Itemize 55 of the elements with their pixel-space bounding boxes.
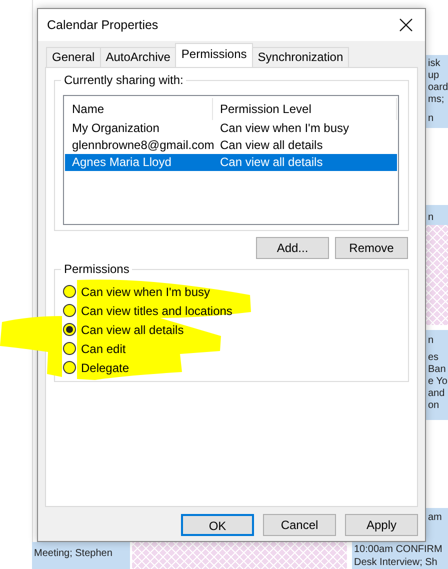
radio-option[interactable]: Can view all details [63,320,184,339]
event-text: am [428,512,442,524]
tab[interactable]: Synchronization [252,47,350,67]
tab[interactable]: Permissions [175,43,253,67]
list-row[interactable]: glennbrowne8@gmail.com Can view all details [65,137,397,154]
radio-option[interactable]: Can view when I'm busy [63,282,210,301]
radio-option[interactable]: Can edit [63,339,126,358]
event-text: n [428,113,434,125]
event-text: and [428,388,445,400]
radio-button[interactable] [63,361,76,374]
event-text: es [428,352,439,364]
column-header[interactable]: Permission Level [213,98,397,120]
event-text: isk [428,58,440,70]
event-text: ms; [428,94,444,106]
calendar-event[interactable]: Meeting; Stephen [32,542,130,569]
dialog-button[interactable]: Cancel [263,514,336,536]
group-label: Currently sharing with: [61,73,186,87]
event-text: e Yo [428,376,448,388]
event-text: oard [428,82,448,94]
dialog-button[interactable]: Apply [345,514,418,536]
dialog-button[interactable]: OK [181,514,254,536]
event-text: up [428,70,440,82]
list-button[interactable]: Remove [335,237,408,259]
tab[interactable]: General [46,47,101,67]
group-label: Permissions [61,262,132,276]
list-cell-text: glennbrowne8@gmail.com [71,137,213,154]
list-cell-text: My Organization [71,120,160,137]
calendar-event[interactable] [426,508,448,542]
highlighter-mark [0,316,62,377]
close-icon [399,18,413,32]
radio-button[interactable] [63,342,76,355]
event-text: 10:00am CONFIRM [354,543,444,556]
calendar-event[interactable] [426,330,448,420]
list-row[interactable]: Agnes Maria Lloyd Can view all details [65,154,397,171]
list-cell-text: Can view all details [219,137,324,154]
calendar-event[interactable]: 10:00am CONFIRM Desk Interview; Sh [352,542,448,569]
list-button[interactable]: Add... [256,237,329,259]
radio-button[interactable] [63,304,76,317]
event-text: on [428,400,440,412]
radio-button[interactable] [63,323,76,336]
calendar-event[interactable] [426,55,448,110]
radio-button[interactable] [63,285,76,298]
list-row[interactable]: My Organization Can view when I'm busy [65,120,397,137]
radio-option[interactable]: Delegate [63,358,130,377]
event-text: Desk Interview; Sh [354,556,438,569]
event-text: Meeting; Stephen [34,547,114,560]
list-cell-text: Can view all details [219,154,324,171]
list-cell-text: Agnes Maria Lloyd [71,154,172,171]
window-title: Calendar Properties [47,16,158,34]
event-text: n [428,212,434,224]
event-text: Ban [428,364,446,376]
column-header[interactable]: Name [65,98,213,120]
event-text: n [428,335,434,347]
list-cell-text: Can view when I'm busy [219,120,350,137]
radio-option[interactable]: Can view titles and locations [63,301,232,320]
